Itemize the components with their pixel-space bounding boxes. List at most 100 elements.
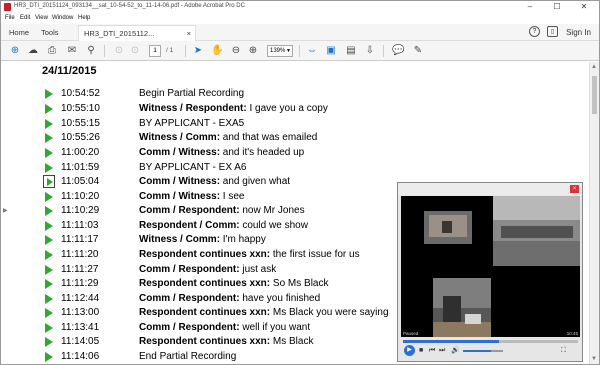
mail-icon[interactable]: ✉	[65, 44, 79, 57]
play-clip-icon[interactable]	[45, 352, 53, 362]
play-clip-icon[interactable]	[45, 133, 53, 143]
entry-speech: and given what	[220, 176, 291, 187]
zoom-in-icon[interactable]: ⊕	[247, 44, 259, 57]
acrobat-window: HR3_DTI_20151124_093134__sat_10-54-52_to…	[0, 0, 600, 365]
play-clip-icon[interactable]	[45, 337, 53, 347]
upload-icon[interactable]: ☁	[27, 44, 39, 57]
select-cursor-icon[interactable]: ➤	[192, 44, 204, 57]
video-frame[interactable]: Paused 10:45	[401, 196, 580, 337]
play-clip-icon[interactable]	[45, 250, 53, 260]
menu-file[interactable]: File	[5, 15, 15, 21]
print-icon[interactable]: ⎙	[46, 44, 58, 57]
entry-time: 11:11:27	[61, 264, 99, 275]
transcript-entry: 11:11:17 Witness / Comm: I'm happy	[1, 234, 401, 248]
volume-icon[interactable]: 🔊	[451, 346, 460, 356]
scroll-mode-icon[interactable]: ▤	[345, 44, 357, 57]
play-clip-icon[interactable]	[45, 163, 53, 173]
read-mode-icon[interactable]: ⇩	[364, 44, 376, 57]
toolbar: ⊕ ☁ ⎙ ✉ ⚲ ⊙ ⊙ 1 / 1 ➤ ✋ ⊖ ⊕ 139% ▼ ⇔ ▣ ▤…	[1, 41, 599, 61]
entry-speech: BY APPLICANT - EXA5	[139, 118, 245, 129]
mobile-link-icon[interactable]: ▯	[547, 26, 558, 37]
player-close-button[interactable]: ×	[570, 185, 579, 193]
comment-icon[interactable]: 💬	[392, 44, 404, 57]
seek-bar[interactable]	[403, 340, 578, 343]
play-clip-icon[interactable]	[45, 235, 53, 245]
entry-text: Respondent continues xxn: the first issu…	[139, 249, 360, 260]
play-clip-icon[interactable]	[45, 279, 53, 289]
entry-time: 11:05:04	[61, 176, 100, 187]
volume-slider[interactable]	[463, 350, 503, 352]
document-date: 24/11/2015	[42, 65, 97, 77]
close-tab-icon[interactable]: ×	[187, 29, 191, 38]
play-clip-icon[interactable]	[45, 119, 53, 129]
page-up-icon[interactable]: ⊙	[113, 44, 125, 57]
entry-speaker: Respondent continues xxn:	[139, 249, 271, 260]
transcript-entry: 11:13:41 Comm / Respondent: well if you w…	[1, 322, 401, 336]
minimize-button[interactable]: –	[520, 1, 540, 13]
play-clip-icon[interactable]	[45, 294, 53, 304]
entry-time: 11:10:29	[61, 205, 100, 216]
menu-edit[interactable]: Edit	[20, 15, 30, 21]
entry-text: Comm / Witness: and it's headed up	[139, 147, 304, 158]
fit-page-icon[interactable]: ▣	[325, 44, 337, 57]
stop-icon[interactable]: ■	[419, 346, 423, 356]
entry-speaker: Comm / Respondent:	[139, 264, 240, 275]
play-icon[interactable]: ▶	[404, 345, 415, 356]
entry-speech: well if you want	[239, 322, 311, 333]
play-clip-icon[interactable]	[43, 175, 55, 188]
fullscreen-icon[interactable]: ⛶	[561, 346, 566, 356]
zoom-level-select[interactable]: 139% ▼	[267, 45, 293, 57]
entry-text: Respondent continues xxn: So Ms Black	[139, 278, 328, 289]
sign-in-link[interactable]: Sign In	[566, 28, 591, 37]
fit-width-icon[interactable]: ⇔	[306, 44, 318, 57]
entry-speaker: Comm / Witness:	[139, 147, 221, 158]
entry-speaker: Witness / Respondent:	[139, 103, 247, 114]
seek-bar-fill	[403, 340, 500, 343]
page-number-input[interactable]: 1	[149, 45, 161, 57]
play-clip-icon[interactable]	[45, 192, 53, 202]
entry-time: 11:11:20	[61, 249, 99, 260]
menu-help[interactable]: Help	[78, 15, 90, 21]
pen-icon[interactable]: ✎	[412, 44, 424, 57]
play-clip-icon[interactable]	[45, 308, 53, 318]
previous-icon[interactable]: ⏮	[429, 346, 435, 356]
vertical-scrollbar[interactable]: ▲ ▼	[589, 62, 599, 364]
help-icon[interactable]: ?	[529, 26, 540, 37]
tab-document[interactable]: HR3_DTI_2015112... ×	[78, 25, 196, 41]
entry-speaker: Comm / Respondent:	[139, 322, 240, 333]
menu-window[interactable]: Window	[52, 15, 73, 21]
scroll-up-icon[interactable]: ▲	[591, 64, 597, 70]
chevron-down-icon: ▼	[286, 48, 291, 54]
play-clip-icon[interactable]	[45, 206, 53, 216]
play-clip-icon[interactable]	[45, 89, 53, 99]
toolbar-separator	[383, 45, 384, 57]
play-clip-icon[interactable]	[45, 104, 53, 114]
play-clip-icon[interactable]	[45, 265, 53, 275]
scroll-down-icon[interactable]: ▼	[591, 356, 597, 362]
page-down-icon[interactable]: ⊙	[129, 44, 141, 57]
scrollbar-thumb[interactable]	[592, 76, 597, 114]
zoom-out-icon[interactable]: ⊖	[230, 44, 242, 57]
play-clip-icon[interactable]	[45, 221, 53, 231]
transcript-entry: 11:05:04 Comm / Witness: and given what	[1, 175, 401, 190]
entry-speech: Begin Partial Recording	[139, 88, 245, 99]
entry-text: End Partial Recording	[139, 351, 236, 362]
close-button[interactable]: ✕	[574, 1, 594, 13]
entry-time: 11:11:29	[61, 278, 99, 289]
hand-icon[interactable]: ✋	[211, 44, 223, 57]
tab-tools[interactable]: Tools	[41, 28, 59, 37]
entry-speech: Ms Black	[270, 336, 314, 347]
player-title-bar: ×	[398, 183, 582, 195]
create-icon[interactable]: ⊕	[9, 44, 21, 57]
player-time: 10:45	[566, 331, 578, 336]
tab-home[interactable]: Home	[9, 28, 29, 37]
search-icon[interactable]: ⚲	[85, 44, 97, 57]
entry-speaker: Comm / Respondent:	[139, 293, 240, 304]
play-clip-icon[interactable]	[45, 148, 53, 158]
next-icon[interactable]: ⏭	[439, 346, 445, 356]
entry-text: Comm / Respondent: now Mr Jones	[139, 205, 305, 216]
menu-view[interactable]: View	[35, 15, 48, 21]
entry-speech: and it's headed up	[220, 147, 305, 158]
maximize-button[interactable]: ☐	[547, 1, 567, 13]
play-clip-icon[interactable]	[45, 323, 53, 333]
